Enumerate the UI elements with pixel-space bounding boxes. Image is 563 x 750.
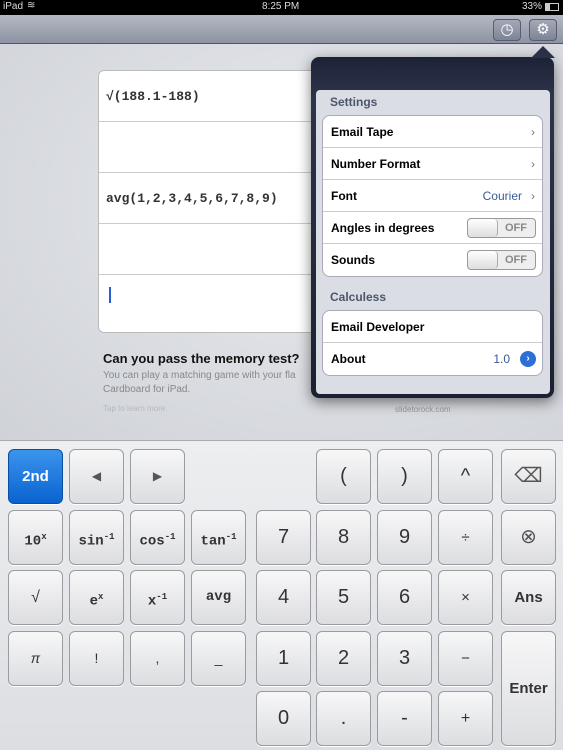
popover-arrow xyxy=(531,46,555,58)
sounds-label: Sounds xyxy=(331,253,375,267)
version-value: 1.0 xyxy=(493,352,510,366)
key-avg[interactable]: avg xyxy=(191,570,246,625)
key-backspace[interactable]: ⌫ xyxy=(501,449,556,504)
key-8[interactable]: 8 xyxy=(316,510,371,565)
clock-icon: ◷ xyxy=(500,21,514,38)
tape-row[interactable] xyxy=(99,224,330,275)
about-row[interactable]: About 1.0 › xyxy=(323,343,542,375)
key-divide[interactable]: ÷ xyxy=(438,510,493,565)
email-tape-label: Email Tape xyxy=(331,125,394,139)
key-6[interactable]: 6 xyxy=(377,570,432,625)
key-right[interactable]: ▶ xyxy=(130,449,185,504)
battery-percent: 33% xyxy=(522,1,543,12)
sounds-row: Sounds OFF xyxy=(323,244,542,276)
key-comma[interactable]: , xyxy=(130,631,185,686)
email-developer-label: Email Developer xyxy=(331,320,425,334)
tape-row[interactable]: √(188.1-188) xyxy=(99,71,330,122)
chevron-right-icon: › xyxy=(531,189,535,203)
key-atan[interactable]: tan-1 xyxy=(191,510,246,565)
key-exp[interactable]: ex xyxy=(69,570,124,625)
font-row[interactable]: Font Courier › xyxy=(323,180,542,212)
key-caret[interactable]: ^ xyxy=(438,449,493,504)
key-underscore[interactable]: _ xyxy=(191,631,246,686)
chevron-right-icon: › xyxy=(531,125,535,139)
key-negate[interactable]: - xyxy=(377,691,432,746)
toggle-state: OFF xyxy=(505,222,527,234)
about-label: About xyxy=(331,352,366,366)
key-reciprocal[interactable]: x-1 xyxy=(130,570,185,625)
font-label: Font xyxy=(331,189,357,203)
ad-title[interactable]: Can you pass the memory test? xyxy=(103,351,300,366)
key-rparen[interactable]: ) xyxy=(377,449,432,504)
key-ans[interactable]: Ans xyxy=(501,570,556,625)
key-acos[interactable]: cos-1 xyxy=(130,510,185,565)
key-3[interactable]: 3 xyxy=(377,631,432,686)
tape-row[interactable]: avg(1,2,3,4,5,6,7,8,9) xyxy=(99,173,330,224)
key-0[interactable]: 0 xyxy=(256,691,311,746)
key-enter[interactable]: Enter xyxy=(501,631,556,746)
key-clear[interactable]: ⊗ xyxy=(501,510,556,565)
key-2[interactable]: 2 xyxy=(316,631,371,686)
clock-time: 8:25 PM xyxy=(262,1,300,12)
number-format-label: Number Format xyxy=(331,157,421,171)
disclosure-icon[interactable]: › xyxy=(520,351,536,367)
email-developer-row[interactable]: Email Developer xyxy=(323,311,542,343)
key-asin[interactable]: sin-1 xyxy=(69,510,124,565)
key-9[interactable]: 9 xyxy=(377,510,432,565)
key-sqrt[interactable]: √ xyxy=(8,570,63,625)
key-2nd[interactable]: 2nd xyxy=(8,449,63,504)
device-name: iPad xyxy=(3,1,24,12)
angles-row: Angles in degrees OFF xyxy=(323,212,542,244)
history-button[interactable]: ◷ xyxy=(493,19,521,41)
key-lparen[interactable]: ( xyxy=(316,449,371,504)
ad-body: You can play a matching game with your f… xyxy=(103,370,296,381)
status-bar: iPad ≋ 8:25 PM 33% xyxy=(0,0,563,15)
tape[interactable]: √(188.1-188) avg(1,2,3,4,5,6,7,8,9) xyxy=(98,70,331,333)
number-format-row[interactable]: Number Format › xyxy=(323,148,542,180)
key-4[interactable]: 4 xyxy=(256,570,311,625)
key-5[interactable]: 5 xyxy=(316,570,371,625)
ad-cta[interactable]: Tap to learn more. xyxy=(103,404,167,413)
calculess-group: Email Developer About 1.0 › xyxy=(322,310,543,376)
settings-button[interactable]: ⚙ xyxy=(529,19,557,41)
key-decimal[interactable]: . xyxy=(316,691,371,746)
tape-row[interactable] xyxy=(99,122,330,173)
angles-label: Angles in degrees xyxy=(331,221,435,235)
key-pow10[interactable]: 10x xyxy=(8,510,63,565)
gear-icon: ⚙ xyxy=(536,21,550,38)
key-pi[interactable]: π xyxy=(8,631,63,686)
ad-site[interactable]: slidetorock.com xyxy=(395,405,451,414)
sounds-toggle[interactable]: OFF xyxy=(467,250,536,270)
key-multiply[interactable]: × xyxy=(438,570,493,625)
key-7[interactable]: 7 xyxy=(256,510,311,565)
text-cursor xyxy=(109,287,111,303)
wifi-icon: ≋ xyxy=(27,0,36,11)
tape-input[interactable] xyxy=(99,275,330,332)
battery-icon xyxy=(545,3,559,11)
chevron-right-icon: › xyxy=(531,157,535,171)
section-header-settings: Settings xyxy=(330,95,378,109)
settings-group: Email Tape › Number Format › Font Courier › … xyxy=(322,115,543,277)
key-factorial[interactable]: ! xyxy=(69,631,124,686)
key-minus[interactable]: − xyxy=(438,631,493,686)
angles-toggle[interactable]: OFF xyxy=(467,218,536,238)
key-1[interactable]: 1 xyxy=(256,631,311,686)
toolbar: ◷ ⚙ xyxy=(0,15,563,44)
key-left[interactable]: ◀ xyxy=(69,449,124,504)
toggle-state: OFF xyxy=(505,254,527,266)
key-plus[interactable]: + xyxy=(438,691,493,746)
font-value: Courier xyxy=(482,189,522,203)
email-tape-row[interactable]: Email Tape › xyxy=(323,116,542,148)
ad-body: Cardboard for iPad. xyxy=(103,384,191,395)
section-header-calculess: Calculess xyxy=(330,290,387,304)
